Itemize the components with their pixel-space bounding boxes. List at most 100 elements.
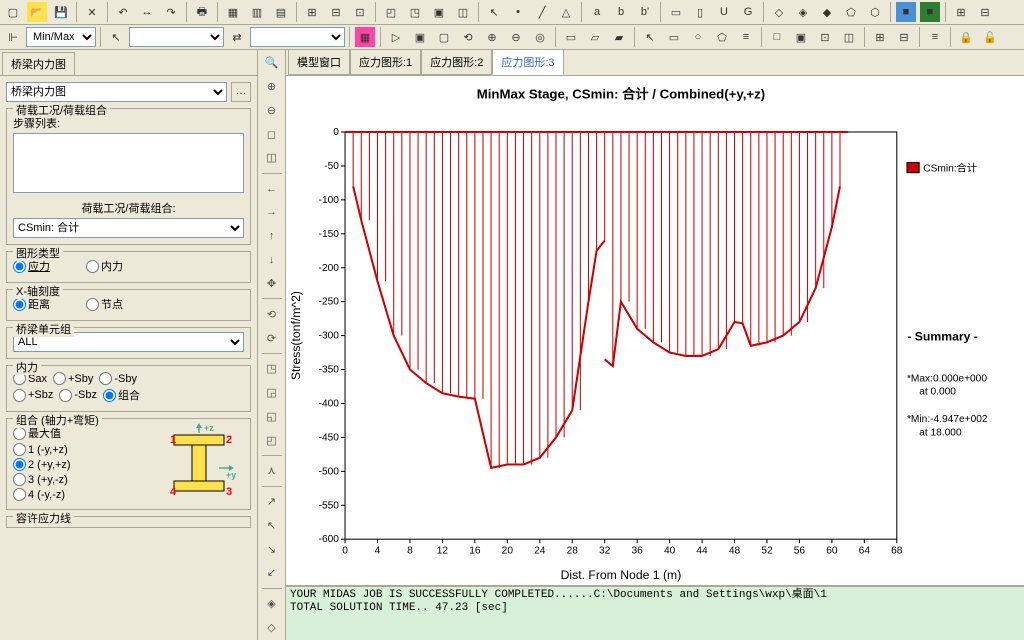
vt-rot1-icon[interactable]: ⟲ bbox=[261, 303, 283, 325]
b2-icon[interactable]: b' bbox=[634, 1, 656, 23]
cursor2-icon[interactable]: ↖ bbox=[105, 26, 127, 48]
shape-force-radio[interactable]: 内力 bbox=[86, 258, 123, 274]
w1-icon[interactable]: ≡ bbox=[924, 26, 946, 48]
t6-icon[interactable]: ⊖ bbox=[505, 26, 527, 48]
vt-w2-icon[interactable]: ◇ bbox=[261, 616, 283, 638]
vt-down-icon[interactable]: ↓ bbox=[261, 249, 283, 271]
vt-up-icon[interactable]: ↑ bbox=[261, 225, 283, 247]
view2-icon[interactable]: ◳ bbox=[404, 1, 426, 23]
step-list-input[interactable] bbox=[13, 133, 244, 193]
link-icon[interactable]: ⇄ bbox=[226, 26, 248, 48]
if-psby[interactable]: +Sby bbox=[53, 372, 93, 385]
tab-stress1[interactable]: 应力图形:1 bbox=[350, 50, 421, 75]
if-msbz[interactable]: -Sbz bbox=[59, 389, 97, 402]
render1-icon[interactable]: ■ bbox=[895, 1, 917, 23]
left-tab-diagram[interactable]: 桥梁内力图 bbox=[2, 52, 75, 75]
select-1[interactable] bbox=[129, 27, 224, 47]
vt-right-icon[interactable]: → bbox=[261, 201, 283, 223]
tree-icon[interactable]: ⊟ bbox=[974, 1, 996, 23]
vt-zoomin-icon[interactable]: ⊕ bbox=[261, 76, 283, 98]
elem2-icon[interactable]: △ bbox=[555, 1, 577, 23]
lock1-icon[interactable]: 🔒 bbox=[955, 26, 977, 48]
a-icon[interactable]: a bbox=[586, 1, 608, 23]
diagram-type-select[interactable]: 桥梁内力图 bbox=[6, 82, 227, 102]
vt-w1-icon[interactable]: ◈ bbox=[261, 593, 283, 615]
iso1-icon[interactable]: ◇ bbox=[768, 1, 790, 23]
cam1-icon[interactable]: ▭ bbox=[560, 26, 582, 48]
diagram-more-button[interactable]: … bbox=[231, 82, 251, 102]
cam2-icon[interactable]: ▱ bbox=[584, 26, 606, 48]
pink-icon[interactable]: ▦ bbox=[354, 26, 376, 48]
cursor-icon[interactable]: ↖ bbox=[483, 1, 505, 23]
t7-icon[interactable]: ◎ bbox=[529, 26, 551, 48]
iso3-icon[interactable]: ◆ bbox=[816, 1, 838, 23]
b-icon[interactable]: b bbox=[610, 1, 632, 23]
vt-rot2-icon[interactable]: ⟳ bbox=[261, 327, 283, 349]
node-icon[interactable]: • bbox=[507, 1, 529, 23]
iso4-icon[interactable]: ⬠ bbox=[840, 1, 862, 23]
win2-icon[interactable]: ▯ bbox=[689, 1, 711, 23]
t2-icon[interactable]: ▣ bbox=[409, 26, 431, 48]
redo-icon[interactable]: ↔ bbox=[136, 1, 158, 23]
c-4[interactable]: 4 (-y,-z) bbox=[13, 488, 65, 501]
d1-icon[interactable]: ⊞ bbox=[869, 26, 891, 48]
open-icon[interactable]: 📂 bbox=[26, 1, 48, 23]
tab-stress3[interactable]: 应力图形:3 bbox=[492, 50, 563, 75]
vt-m1-icon[interactable]: ↗ bbox=[261, 491, 283, 513]
cut-icon[interactable]: ✕ bbox=[81, 1, 103, 23]
filter-icon[interactable]: ⊩ bbox=[2, 26, 24, 48]
c-2[interactable]: 2 (+y,+z) bbox=[13, 458, 71, 471]
iso5-icon[interactable]: ⬡ bbox=[864, 1, 886, 23]
t5-icon[interactable]: ⊕ bbox=[481, 26, 503, 48]
tab-stress2[interactable]: 应力图形:2 bbox=[421, 50, 492, 75]
vt-m2-icon[interactable]: ↖ bbox=[261, 514, 283, 536]
sel3-icon[interactable]: ○ bbox=[687, 26, 709, 48]
t4-icon[interactable]: ⟲ bbox=[457, 26, 479, 48]
cam3-icon[interactable]: ▰ bbox=[608, 26, 630, 48]
vt-m4-icon[interactable]: ↙ bbox=[261, 562, 283, 584]
vt-iso2-icon[interactable]: ◲ bbox=[261, 382, 283, 404]
help-icon[interactable]: ⊞ bbox=[950, 1, 972, 23]
v3-icon[interactable]: ⊡ bbox=[814, 26, 836, 48]
if-msby[interactable]: -Sby bbox=[99, 372, 137, 385]
grid3-icon[interactable]: ▤ bbox=[270, 1, 292, 23]
win3-icon[interactable]: U bbox=[713, 1, 735, 23]
vt-pan-icon[interactable]: ✥ bbox=[261, 273, 283, 295]
t1-icon[interactable]: ▷ bbox=[385, 26, 407, 48]
vt-m3-icon[interactable]: ↘ bbox=[261, 538, 283, 560]
v1-icon[interactable]: □ bbox=[766, 26, 788, 48]
iso2-icon[interactable]: ◈ bbox=[792, 1, 814, 23]
sel4-icon[interactable]: ⬠ bbox=[711, 26, 733, 48]
new-icon[interactable]: ▢ bbox=[2, 1, 24, 23]
grid2-icon[interactable]: ▥ bbox=[246, 1, 268, 23]
xscale-node-radio[interactable]: 节点 bbox=[86, 296, 123, 312]
sel5-icon[interactable]: ≡ bbox=[735, 26, 757, 48]
render2-icon[interactable]: ■ bbox=[919, 1, 941, 23]
c-1[interactable]: 1 (-y,+z) bbox=[13, 443, 68, 456]
snap3-icon[interactable]: ⊡ bbox=[349, 1, 371, 23]
tab-model[interactable]: 模型窗口 bbox=[288, 50, 350, 75]
vt-iso1-icon[interactable]: ◳ bbox=[261, 358, 283, 380]
load-combo-select[interactable]: CSmin: 合计 bbox=[13, 218, 244, 238]
win4-icon[interactable]: G bbox=[737, 1, 759, 23]
v4-icon[interactable]: ◫ bbox=[838, 26, 860, 48]
c-3[interactable]: 3 (+y,-z) bbox=[13, 473, 68, 486]
sel1-icon[interactable]: ↖ bbox=[639, 26, 661, 48]
undo-icon[interactable]: ↶ bbox=[112, 1, 134, 23]
view1-icon[interactable]: ◰ bbox=[380, 1, 402, 23]
select-2[interactable] bbox=[250, 27, 345, 47]
vt-iso3-icon[interactable]: ◱ bbox=[261, 405, 283, 427]
t3-icon[interactable]: ▢ bbox=[433, 26, 455, 48]
grid1-icon[interactable]: ▦ bbox=[222, 1, 244, 23]
snap1-icon[interactable]: ⊞ bbox=[301, 1, 323, 23]
save-icon[interactable]: 💾 bbox=[50, 1, 72, 23]
redo2-icon[interactable]: ↷ bbox=[160, 1, 182, 23]
elem-icon[interactable]: ╱ bbox=[531, 1, 553, 23]
sel2-icon[interactable]: ▭ bbox=[663, 26, 685, 48]
print-icon[interactable]: 🖶 bbox=[191, 1, 213, 23]
d2-icon[interactable]: ⊟ bbox=[893, 26, 915, 48]
vt-zoomfit-icon[interactable]: ◻ bbox=[261, 123, 283, 145]
vt-zoom-icon[interactable]: 🔍 bbox=[261, 52, 283, 74]
minmax-select[interactable]: Min/Max bbox=[26, 27, 96, 47]
if-comb[interactable]: 组合 bbox=[103, 387, 140, 403]
